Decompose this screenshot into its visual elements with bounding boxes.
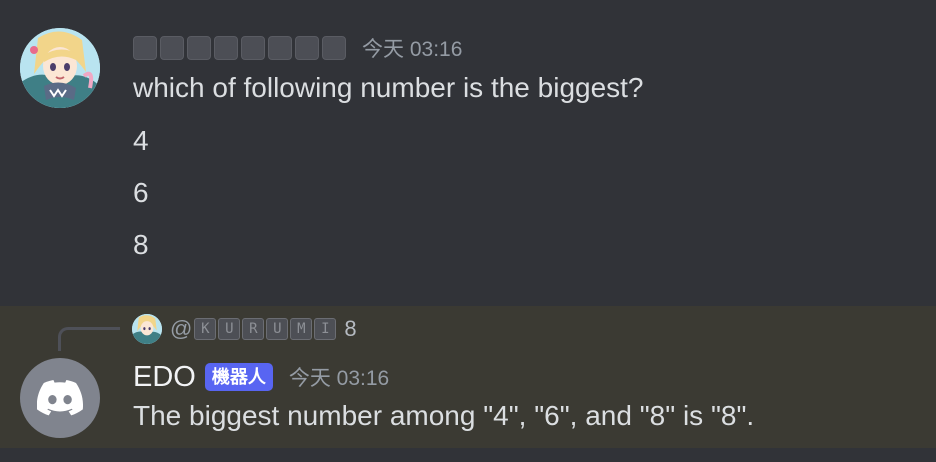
user-avatar[interactable] xyxy=(20,28,100,108)
handle-letter: I xyxy=(314,318,337,340)
discord-logo-icon[interactable] xyxy=(20,358,100,438)
bot-username[interactable]: EDO xyxy=(133,361,196,394)
discord-icon-glyph xyxy=(37,380,83,416)
message-text: 8 xyxy=(133,229,149,260)
message-timestamp: 今天 03:16 xyxy=(288,367,390,390)
reply-snippet: 8 xyxy=(344,316,357,341)
reply-reference[interactable]: @ K U R U M I 8 xyxy=(132,314,357,344)
handle-letter: M xyxy=(290,318,313,340)
handle-letter: K xyxy=(194,318,217,340)
message-text: The biggest number among "4", "6", and "… xyxy=(133,400,755,431)
reply-handle-redacted[interactable]: K U R U M I xyxy=(194,318,337,340)
reply-at-symbol: @ xyxy=(170,316,193,341)
message-header: EDO 機器人 今天 03:16 xyxy=(133,359,389,395)
message-header: 今天 03:16 xyxy=(133,32,462,64)
message-text: which of following number is the biggest… xyxy=(133,72,644,103)
reply-spine xyxy=(58,327,120,351)
bottom-divider xyxy=(0,448,936,462)
chat-log: 今天 03:16 which of following number is th… xyxy=(0,0,936,462)
message-text: 6 xyxy=(133,177,149,208)
message-timestamp: 今天 03:16 xyxy=(362,38,463,61)
bot-badge: 機器人 xyxy=(204,363,273,391)
handle-letter: U xyxy=(266,318,289,340)
message-text: 4 xyxy=(133,125,149,156)
handle-letter: U xyxy=(218,318,241,340)
message-user: 今天 03:16 which of following number is th… xyxy=(0,0,936,306)
redacted-username[interactable] xyxy=(133,36,346,60)
reply-avatar xyxy=(132,314,162,344)
handle-letter: R xyxy=(242,318,265,340)
